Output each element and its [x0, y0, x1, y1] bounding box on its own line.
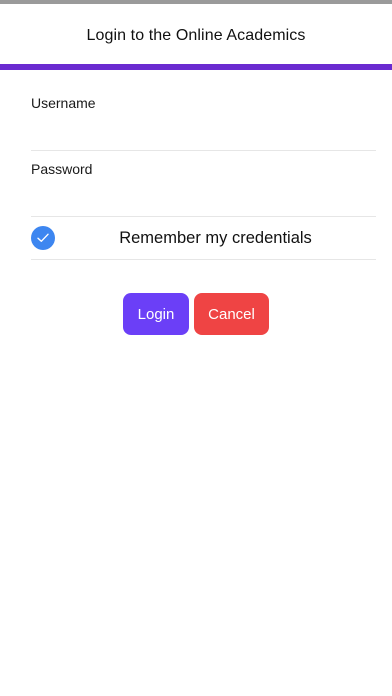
header-accent-bar — [0, 64, 392, 70]
username-field: Username — [31, 95, 376, 151]
header: Login to the Online Academics — [0, 4, 392, 64]
password-input[interactable] — [31, 185, 376, 209]
page-title: Login to the Online Academics — [86, 27, 306, 44]
login-button[interactable]: Login — [123, 293, 189, 335]
username-label: Username — [31, 95, 96, 111]
cancel-button[interactable]: Cancel — [194, 293, 269, 335]
checkmark-icon — [37, 233, 49, 242]
remember-label: Remember my credentials — [119, 228, 312, 247]
remember-checkbox[interactable] — [31, 226, 55, 250]
password-label: Password — [31, 161, 93, 177]
password-field: Password — [31, 161, 376, 217]
username-input[interactable] — [31, 119, 376, 143]
remember-row: Remember my credentials — [31, 217, 376, 260]
